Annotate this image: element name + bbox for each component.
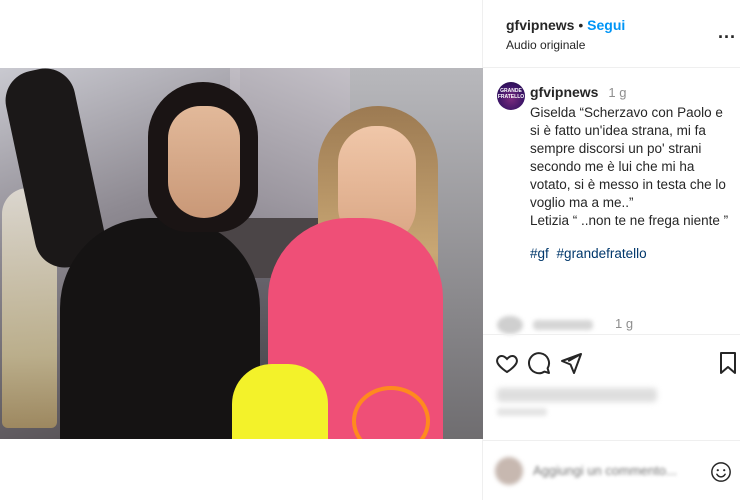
video-yellow-cloth xyxy=(232,364,328,439)
comment-username-blurred xyxy=(533,320,593,330)
add-comment-bar xyxy=(483,440,740,500)
emoji-icon[interactable] xyxy=(710,461,732,483)
caption-user-line: gfvipnews 1 g xyxy=(530,84,626,100)
header-separator: • xyxy=(578,17,584,33)
likes-count-blurred[interactable] xyxy=(497,388,657,402)
follow-button[interactable]: Segui xyxy=(587,17,625,33)
action-bar xyxy=(483,334,740,384)
avatar xyxy=(495,457,523,485)
caption-username[interactable]: gfvipnews xyxy=(530,84,598,100)
video-person-left-body xyxy=(60,218,260,439)
comment-row: 1 g xyxy=(497,316,737,336)
header-username[interactable]: gfvipnews xyxy=(506,17,574,33)
post-header: gfvipnews • Segui Audio originale ... xyxy=(483,0,740,68)
more-options-icon[interactable]: ... xyxy=(718,22,736,43)
send-icon[interactable] xyxy=(559,351,583,375)
instagram-post: gfvipnews • Segui Audio originale ... GR… xyxy=(0,0,740,500)
comment-avatar[interactable] xyxy=(497,316,523,334)
post-caption: GRANDE FRATELLO gfvipnews 1 g Giselda “S… xyxy=(483,68,740,333)
caption-time[interactable]: 1 g xyxy=(608,85,626,100)
comment-input[interactable] xyxy=(533,461,693,479)
comment-time: 1 g xyxy=(615,316,634,331)
avatar[interactable]: GRANDE FRATELLO xyxy=(497,82,525,110)
caption-hashtags: #gf #grandefratello xyxy=(530,246,651,261)
audio-label[interactable]: Audio originale xyxy=(506,38,585,52)
hashtag-link[interactable]: #grandefratello xyxy=(557,246,647,261)
comment-icon[interactable] xyxy=(527,351,551,375)
heart-icon[interactable] xyxy=(495,351,519,375)
header-user-line: gfvipnews • Segui xyxy=(506,17,625,33)
video-person-left-face xyxy=(168,106,240,218)
hashtag-link[interactable]: #gf xyxy=(530,246,549,261)
bookmark-icon[interactable] xyxy=(719,351,737,375)
post-side-panel: gfvipnews • Segui Audio originale ... GR… xyxy=(483,0,740,500)
post-date-blurred xyxy=(497,408,547,416)
avatar-logo-text: GRANDE FRATELLO xyxy=(497,88,525,100)
post-video[interactable] xyxy=(0,68,483,439)
caption-text: Giselda “Scherzavo con Paolo e si è fatt… xyxy=(530,105,729,228)
media-area xyxy=(0,0,483,500)
